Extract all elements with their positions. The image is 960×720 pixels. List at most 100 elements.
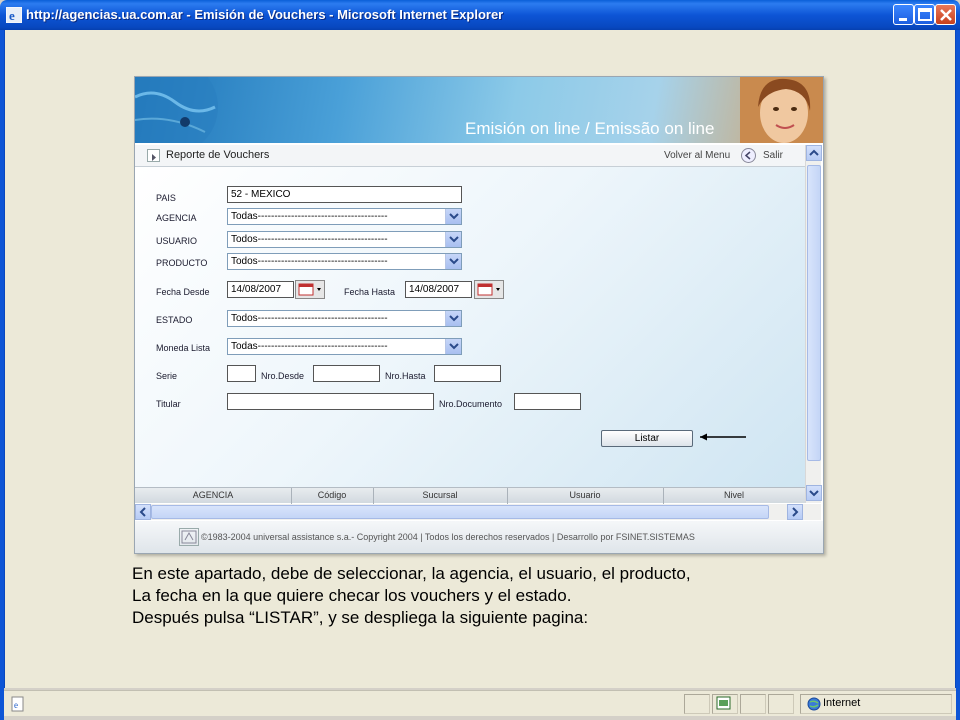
minimize-button[interactable] [893,4,914,25]
scroll-right-button[interactable] [787,504,803,520]
minimize-icon [899,18,907,21]
column-sucursal[interactable]: Sucursal [373,490,507,500]
vertical-scroll-thumb[interactable] [807,165,821,461]
caption-line: En este apartado, debe de seleccionar, l… [132,564,691,583]
page-footer: ©1983-2004 universal assistance s.a.- Co… [135,521,823,553]
statusbar-segment [768,694,794,714]
company-logo [179,528,199,546]
app-screenshot: Emisión on line / Emissão on line Report… [134,76,824,554]
header-banner: Emisión on line / Emissão on line [135,77,823,143]
moneda-lista-select-value: Todas-----------------------------------… [231,341,388,352]
volver-menu-link[interactable]: Volver al Menu [664,150,730,161]
page-icon: e [11,696,24,712]
chevron-down-icon[interactable] [445,311,461,326]
producto-select[interactable]: Todos-----------------------------------… [227,253,462,270]
window-border-right [956,30,960,720]
internet-explorer-icon: e [6,7,22,23]
usuario-label: USUARIO [156,236,198,246]
avatar [740,77,823,143]
page-title: Reporte de Vouchers [166,149,270,161]
chevron-down-icon[interactable] [445,232,461,247]
calendar-icon [477,283,500,296]
menu-arrow-icon[interactable] [147,149,160,162]
agencia-select[interactable]: Todas-----------------------------------… [227,208,462,225]
nro-documento-field[interactable] [514,393,581,410]
page-toolbar: Reporte de Vouchers Volver al Menu Salir [135,145,805,167]
moneda-lista-label: Moneda Lista [156,343,211,353]
titular-label: Titular [156,399,181,409]
chevron-down-icon[interactable] [445,254,461,269]
window-titlebar: e http://agencias.ua.com.ar - Emisión de… [0,0,960,30]
svg-text:e: e [9,8,15,23]
window-title: http://agencias.ua.com.ar - Emisión de V… [26,7,504,22]
agencia-select-value: Todas-----------------------------------… [231,211,388,222]
pais-label: PAIS [156,193,176,203]
search-form: PAIS 52 - MEXICO AGENCIA Todas----------… [135,167,805,487]
nro-desde-label: Nro.Desde [261,371,305,381]
agencia-label: AGENCIA [156,213,197,223]
moneda-lista-select[interactable]: Todas-----------------------------------… [227,338,462,355]
estado-select[interactable]: Todos-----------------------------------… [227,310,462,327]
chevron-left-icon [139,507,146,517]
producto-select-value: Todos-----------------------------------… [231,256,388,267]
horizontal-scroll-thumb[interactable] [151,505,769,519]
scroll-left-button[interactable] [135,504,151,520]
fecha-hasta-calendar-button[interactable] [474,280,504,299]
maximize-icon [918,8,932,21]
chevron-down-icon[interactable] [445,209,461,224]
statusbar-segment [712,694,738,714]
usuario-select[interactable]: Todos-----------------------------------… [227,231,462,248]
calendar-icon [298,283,321,296]
column-codigo[interactable]: Código [291,490,373,500]
chevron-down-icon[interactable] [445,339,461,354]
statusbar-segment [740,694,766,714]
serie-field[interactable] [227,365,256,382]
nro-hasta-label: Nro.Hasta [385,371,426,381]
copyright-text: ©1983-2004 universal assistance s.a.- Co… [201,532,695,542]
chevron-down-icon [809,490,819,497]
fecha-desde-field[interactable]: 14/08/2007 [227,281,294,298]
column-agencia[interactable]: AGENCIA [135,490,291,500]
scroll-down-button[interactable] [806,485,822,501]
caption-line: La fecha en la que quiere checar los vou… [132,586,572,605]
chevron-up-icon [809,149,819,156]
caption-line: Después pulsa “LISTAR”, y se despliega l… [132,608,589,627]
internet-zone-label: Internet [823,697,861,709]
fecha-desde-label: Fecha Desde [156,287,210,297]
producto-label: PRODUCTO [156,258,208,268]
serie-label: Serie [156,371,178,381]
chevron-right-icon [792,507,799,517]
scroll-up-button[interactable] [806,145,822,161]
fecha-desde-calendar-button[interactable] [295,280,325,299]
fecha-hasta-field[interactable]: 14/08/2007 [405,281,472,298]
results-table-header: AGENCIA Código Sucursal Usuario Nivel [135,487,805,504]
horizontal-scrollbar[interactable] [135,504,821,520]
close-button[interactable] [935,4,956,25]
estado-select-value: Todos-----------------------------------… [231,313,388,324]
back-icon[interactable] [741,148,756,163]
estado-label: ESTADO [156,315,193,325]
salir-link[interactable]: Salir [763,150,783,161]
browser-statusbar: e Internet [4,690,956,716]
fecha-hasta-label: Fecha Hasta [344,287,396,297]
titular-field[interactable] [227,393,434,410]
nro-documento-label: Nro.Documento [439,399,503,409]
column-usuario[interactable]: Usuario [507,490,663,500]
close-icon [940,9,952,21]
pais-field[interactable]: 52 - MEXICO [227,186,462,203]
nro-hasta-field[interactable] [434,365,501,382]
listar-button[interactable]: Listar [601,430,693,447]
usuario-select-value: Todos-----------------------------------… [231,234,388,245]
security-zone-icon [716,696,731,710]
banner-title: Emisión on line / Emissão on line [465,119,715,138]
statusbar-segment [684,694,710,714]
nro-desde-field[interactable] [313,365,380,382]
column-nivel[interactable]: Nivel [663,490,805,500]
arrow-left-icon [700,433,746,441]
maximize-button[interactable] [914,4,935,25]
globe-icon [807,697,821,711]
svg-text:e: e [14,700,18,710]
instruction-caption: En este apartado, debe de seleccionar, l… [132,563,691,629]
vertical-scrollbar[interactable] [805,145,822,503]
globe-icon [135,77,218,143]
